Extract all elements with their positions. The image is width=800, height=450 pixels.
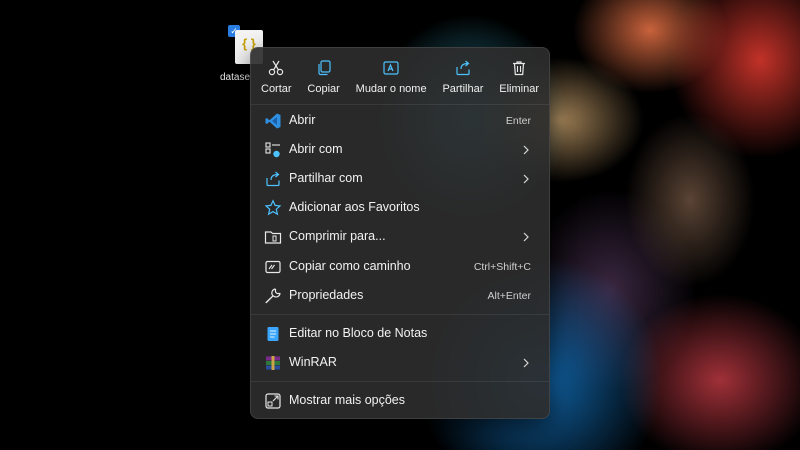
more-options-icon <box>265 393 281 409</box>
share-label: Partilhar <box>442 83 484 95</box>
menu-item-copy-as-path[interactable]: Copiar como caminho Ctrl+Shift+C <box>255 253 545 280</box>
menu-item-label: Abrir com <box>289 142 343 156</box>
cut-icon <box>269 60 284 76</box>
menu-item-label: WinRAR <box>289 355 337 369</box>
shortcut-label: Enter <box>505 115 531 127</box>
menu-item-open-with[interactable]: Abrir com <box>255 136 545 163</box>
menu-item-label: Mostrar mais opções <box>289 393 406 407</box>
delete-button[interactable]: Eliminar <box>495 56 543 102</box>
menu-item-show-more-options[interactable]: Mostrar mais opções <box>255 387 545 414</box>
copy-label: Copiar <box>307 83 340 95</box>
menu-item-label: Editar no Bloco de Notas <box>289 326 428 340</box>
menu-item-label: Copiar como caminho <box>289 259 411 273</box>
menu-divider <box>251 314 549 315</box>
shortcut-label: Ctrl+Shift+C <box>473 261 531 273</box>
menu-item-add-to-favorites[interactable]: Adicionar aos Favoritos <box>255 194 545 221</box>
wrench-icon <box>265 288 281 304</box>
context-menu: Cortar Copiar Mudar o nome Partilhar Eli… <box>250 47 550 419</box>
winrar-icon <box>266 356 280 370</box>
share-icon <box>456 60 470 76</box>
share-button[interactable]: Partilhar <box>438 56 487 102</box>
menu-divider <box>251 381 549 382</box>
vscode-icon <box>265 113 281 129</box>
chevron-right-icon <box>523 232 529 242</box>
menu-item-label: Adicionar aos Favoritos <box>289 200 420 214</box>
desktop: ✓ { } datase Cortar Copiar Mudar o nome … <box>0 0 800 450</box>
star-icon <box>264 199 282 216</box>
menu-item-properties[interactable]: Propriedades Alt+Enter <box>255 282 545 309</box>
cut-label: Cortar <box>261 83 292 95</box>
quick-actions-bar: Cortar Copiar Mudar o nome Partilhar Eli… <box>257 56 543 102</box>
file-name-label: datase <box>220 72 251 83</box>
cut-button[interactable]: Cortar <box>257 56 296 102</box>
copy-button[interactable]: Copiar <box>303 56 343 102</box>
menu-item-edit-in-notepad[interactable]: Editar no Bloco de Notas <box>255 320 545 347</box>
menu-item-winrar[interactable]: WinRAR <box>255 349 545 376</box>
copy-icon <box>318 60 331 76</box>
menu-item-share-with[interactable]: Partilhar com <box>255 165 545 192</box>
notepad-icon <box>267 327 279 341</box>
open-with-icon <box>265 142 280 158</box>
menu-item-label: Partilhar com <box>289 171 363 185</box>
chevron-right-icon <box>523 358 529 368</box>
trash-icon <box>513 61 526 76</box>
menu-divider <box>251 104 549 105</box>
chevron-right-icon <box>523 174 529 184</box>
rename-label: Mudar o nome <box>355 83 427 95</box>
zip-folder-icon <box>264 231 282 244</box>
copy-path-icon <box>265 260 281 274</box>
menu-item-label: Propriedades <box>289 288 364 302</box>
shortcut-label: Alt+Enter <box>487 290 531 302</box>
share-with-icon <box>266 171 280 187</box>
chevron-right-icon <box>523 145 529 155</box>
menu-item-compress-to[interactable]: Comprimir para... <box>255 223 545 250</box>
menu-item-label: Abrir <box>289 113 316 127</box>
rename-icon <box>383 61 399 75</box>
rename-button[interactable]: Mudar o nome <box>352 56 431 102</box>
menu-item-open[interactable]: Abrir Enter <box>255 107 545 134</box>
menu-item-label: Comprimir para... <box>289 229 386 243</box>
delete-label: Eliminar <box>499 83 539 95</box>
